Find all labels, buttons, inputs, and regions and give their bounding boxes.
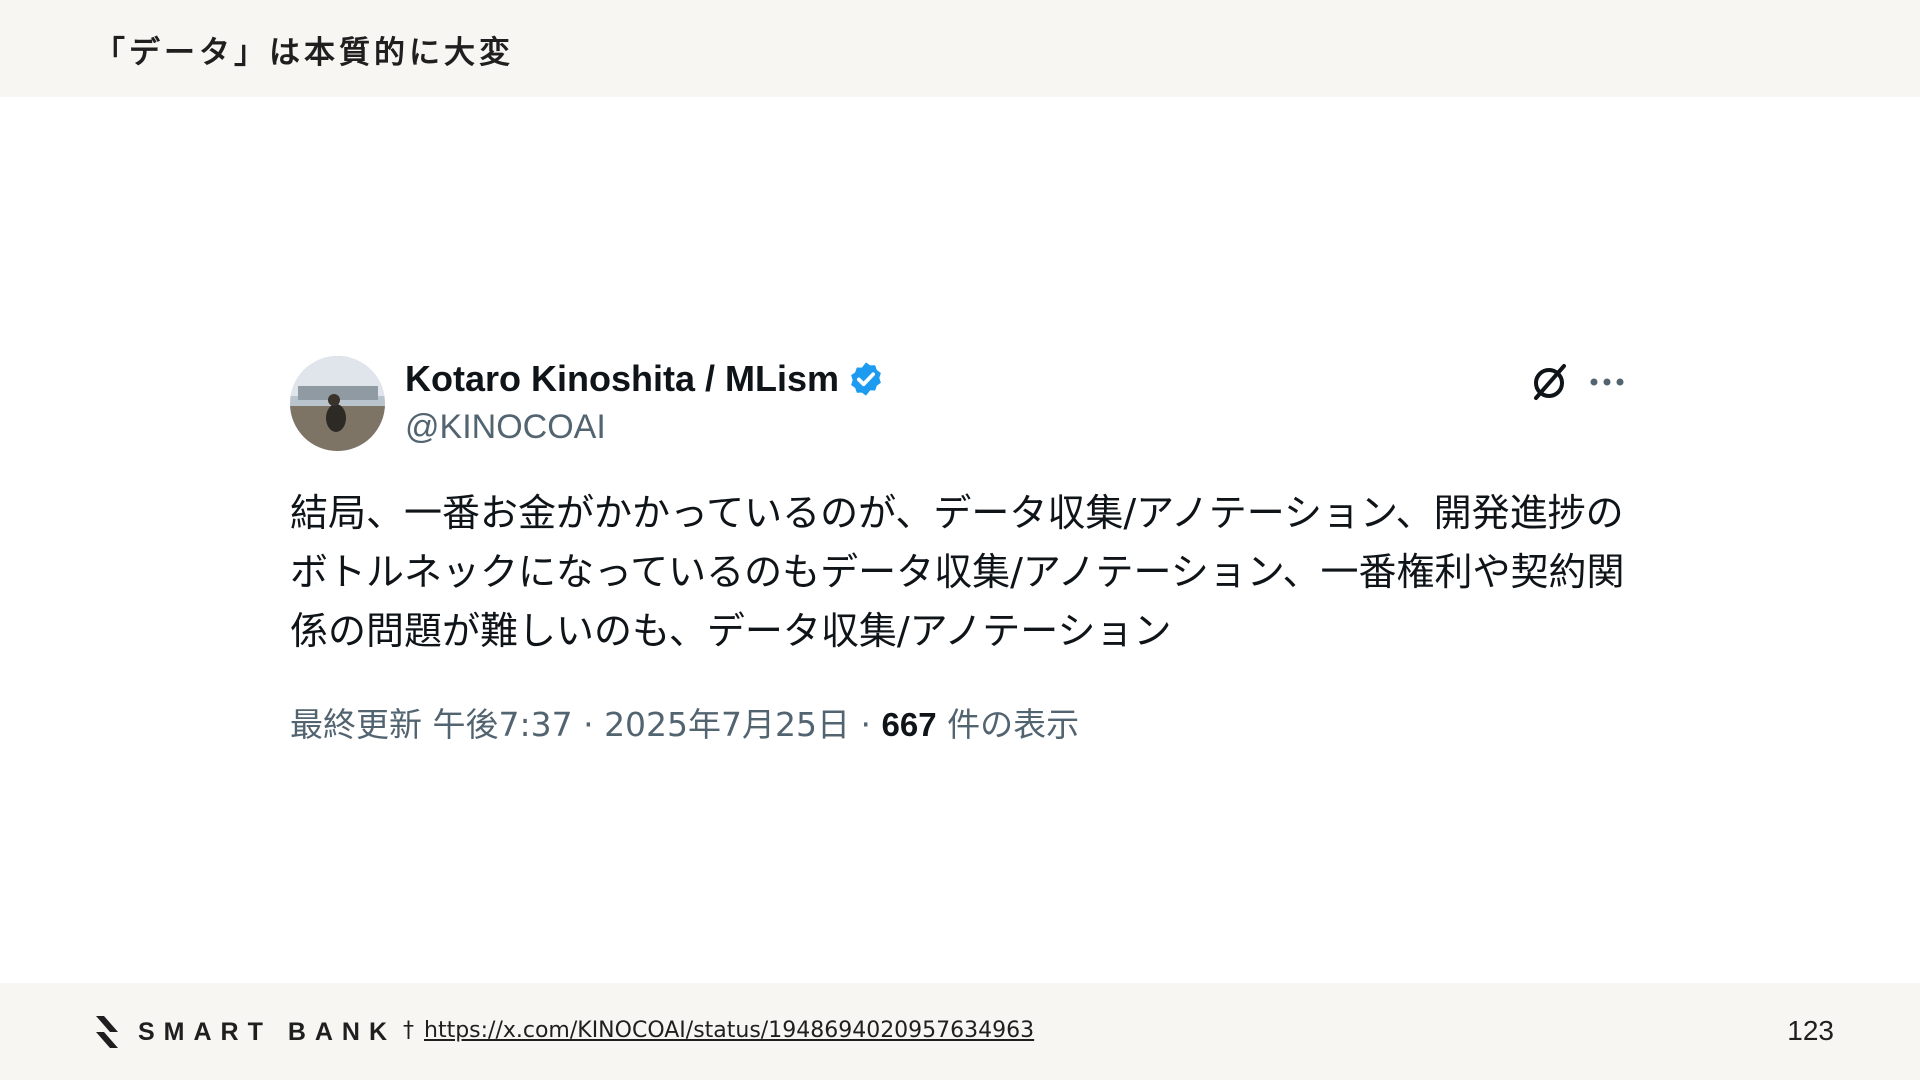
smartbank-logo-mark-icon	[96, 1016, 118, 1048]
header-band: 「データ」は本質的に大変	[0, 0, 1920, 97]
author-name[interactable]: Kotaro Kinoshita / MLism	[405, 358, 839, 400]
tweet-text: 結局、一番お金がかかっているのが、データ収集/アノテーション、開発進捗のボトルネ…	[290, 491, 1625, 653]
avatar-photo	[290, 356, 385, 451]
more-options-icon[interactable]	[1587, 364, 1627, 400]
smartbank-logo: SMART BANK	[90, 1012, 396, 1052]
tweet-meta: 最終更新 午後7:37 · 2025年7月25日 · 667 件の表示	[290, 698, 1079, 746]
page-number: 123	[1787, 1015, 1834, 1046]
tweet-timestamp[interactable]: 最終更新 午後7:37 · 2025年7月25日 ·	[290, 705, 882, 744]
author-name-row: Kotaro Kinoshita / MLism	[405, 358, 885, 400]
views-count: 667	[881, 706, 937, 743]
source-note: † https://x.com/KINOCOAI/status/194869402…	[403, 1018, 1034, 1043]
logo-text: SMART BANK	[138, 1017, 397, 1046]
dagger-mark: †	[403, 1018, 414, 1043]
author-handle[interactable]: @KINOCOAI	[405, 408, 606, 447]
views-label: 件の表示	[936, 705, 1080, 744]
author-avatar[interactable]	[290, 356, 385, 451]
source-link[interactable]: https://x.com/KINOCOAI/status/1948694020…	[424, 1018, 1034, 1043]
grok-icon[interactable]	[1527, 360, 1571, 404]
verified-badge-icon	[847, 360, 885, 398]
slide-title: 「データ」は本質的に大変	[94, 35, 514, 71]
